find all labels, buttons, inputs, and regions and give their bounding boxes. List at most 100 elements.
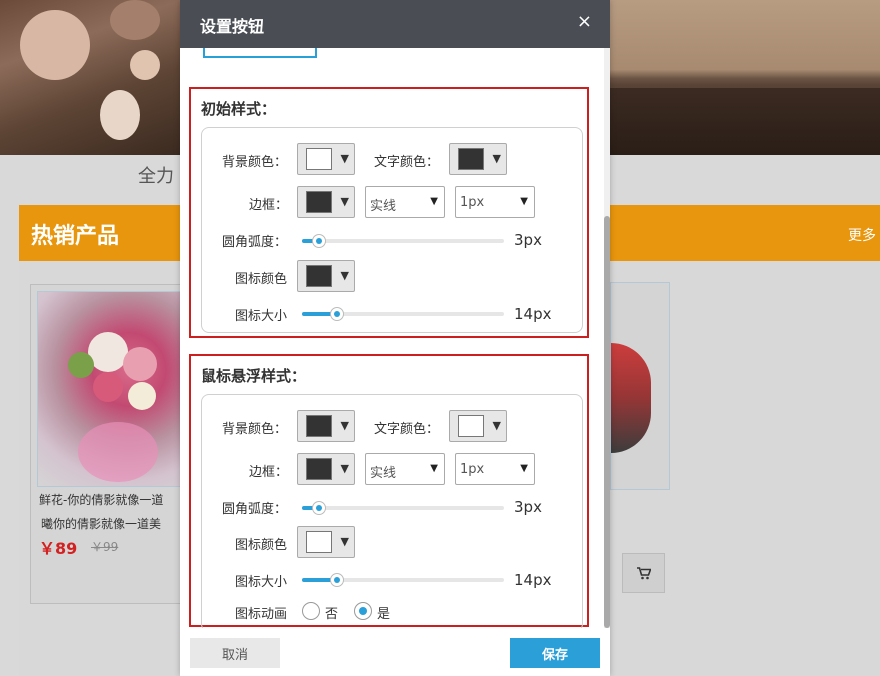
dropdown-arrow-icon: ▼ [340,195,349,208]
row-icon-color: 图标颜色 ▼ [202,526,584,558]
radius-value: 3px [514,498,542,516]
border-style-value: 实线 [370,199,397,214]
border-label: 边框： [249,198,289,213]
border-style-select[interactable]: 实线 ▼ [365,186,445,218]
hover-style-title: 鼠标悬浮样式： [201,367,307,385]
row-radius: 圆角弧度： 3px [202,493,584,525]
radius-slider[interactable] [302,501,504,515]
row-colors: 背景颜色： ▼ 文字颜色： ▼ [202,410,584,442]
initial-style-title: 初始样式： [201,100,277,118]
color-swatch [306,415,332,437]
product-name-line2: 曦你的倩影就像一道美 [41,517,162,531]
row-colors: 背景颜色： ▼ 文字颜色： ▼ [202,143,584,175]
animation-yes-label: 是 [377,607,391,622]
slider-handle[interactable] [312,234,326,248]
bg-color-label: 背景颜色： [222,155,288,170]
radius-label: 圆角弧度： [222,235,288,250]
product-image[interactable] [37,291,191,487]
close-icon[interactable]: × [577,12,592,32]
dropdown-arrow-icon: ▼ [430,463,438,474]
icon-size-value: 14px [514,305,552,323]
product-card[interactable]: 鲜花-你的倩影就像一道 曦你的倩影就像一道美 ￥89 ￥99 [30,284,191,604]
icon-color-picker[interactable]: ▼ [297,526,355,558]
bg-color-picker[interactable]: ▼ [297,143,355,175]
text-color-label: 文字颜色： [374,422,440,437]
icon-size-label: 图标大小 [235,575,288,590]
bg-color-picker[interactable]: ▼ [297,410,355,442]
slider-handle[interactable] [330,573,344,587]
radius-value: 3px [514,231,542,249]
more-link[interactable]: 更多 [848,225,876,245]
cancel-button[interactable]: 取消 [190,638,280,668]
product-image-2[interactable] [610,282,670,490]
icon-size-slider[interactable] [302,307,504,321]
color-swatch [306,148,332,170]
border-color-picker[interactable]: ▼ [297,453,355,485]
icon-animation-label: 图标动画 [235,607,288,622]
row-icon-size: 图标大小 14px [202,300,584,332]
product-name[interactable]: 鲜花-你的倩影就像一道 [39,491,163,508]
icon-size-slider[interactable] [302,573,504,587]
icon-size-value: 14px [514,571,552,589]
dropdown-arrow-icon: ▼ [340,535,349,548]
slider-handle[interactable] [312,501,326,515]
text-color-picker[interactable]: ▼ [449,410,507,442]
icon-color-label: 图标颜色 [235,272,288,287]
color-swatch [458,415,484,437]
dropdown-arrow-icon: ▼ [340,419,349,432]
dropdown-arrow-icon: ▼ [340,462,349,475]
row-border: 边框： ▼ 实线 ▼ 1px ▼ [202,453,584,485]
slider-handle[interactable] [330,307,344,321]
color-swatch [306,191,332,213]
dropdown-arrow-icon: ▼ [340,269,349,282]
radius-label: 圆角弧度： [222,502,288,517]
row-icon-color: 图标颜色 ▼ [202,260,584,292]
border-style-select[interactable]: 实线 ▼ [365,453,445,485]
dialog-body: 初始样式： 背景颜色： ▼ 文字颜色： ▼ 边框： ▼ 实线 ▼ 1px ▼ 圆… [180,48,610,628]
text-color-picker[interactable]: ▼ [449,143,507,175]
hot-products-title: 热销产品 [31,224,120,249]
save-button[interactable]: 保存 [510,638,600,668]
border-color-picker[interactable]: ▼ [297,186,355,218]
color-swatch [458,148,484,170]
border-width-select[interactable]: 1px ▼ [455,186,535,218]
animation-no-label: 否 [325,607,339,622]
border-width-select[interactable]: 1px ▼ [455,453,535,485]
animation-yes-radio[interactable] [354,602,372,620]
icon-size-label: 图标大小 [235,309,288,324]
dialog-footer: 取消 保存 [180,628,610,676]
row-icon-animation: 图标动画 否 是 [202,595,584,627]
hover-style-panel: 背景颜色： ▼ 文字颜色： ▼ 边框： ▼ 实线 ▼ 1px ▼ 圆角弧度： 3… [201,394,583,628]
radius-slider[interactable] [302,234,504,248]
hover-style-section: 鼠标悬浮样式： 背景颜色： ▼ 文字颜色： ▼ 边框： ▼ 实线 ▼ 1px ▼… [189,354,589,628]
banner-image-left [0,0,180,155]
scrollbar-thumb[interactable] [604,216,610,628]
dropdown-arrow-icon: ▼ [492,152,501,165]
dropdown-arrow-icon: ▼ [340,152,349,165]
icon-color-picker[interactable]: ▼ [297,260,355,292]
dialog-header: 设置按钮 × [180,0,610,48]
initial-style-section: 初始样式： 背景颜色： ▼ 文字颜色： ▼ 边框： ▼ 实线 ▼ 1px ▼ 圆… [189,87,589,338]
banner-image-right [610,0,880,155]
dropdown-arrow-icon: ▼ [520,463,528,474]
product-old-price: ￥99 [91,540,119,554]
dropdown-arrow-icon: ▼ [430,196,438,207]
border-width-value: 1px [460,195,485,210]
animation-no-radio[interactable] [302,602,320,620]
dropdown-arrow-icon: ▼ [520,196,528,207]
icon-color-label: 图标颜色 [235,538,288,553]
border-style-value: 实线 [370,466,397,481]
cart-icon [636,566,651,579]
color-swatch [306,458,332,480]
bg-color-label: 背景颜色： [222,422,288,437]
color-swatch [306,265,332,287]
slogan-text: 全力 [138,166,174,187]
text-color-label: 文字颜色： [374,155,440,170]
row-border: 边框： ▼ 实线 ▼ 1px ▼ [202,186,584,218]
add-to-cart-button[interactable] [622,553,665,593]
dialog-title: 设置按钮 [200,17,265,36]
dropdown-arrow-icon: ▼ [492,419,501,432]
border-width-value: 1px [460,462,485,477]
dialog-scrollbar[interactable] [604,48,610,628]
preview-button-box [203,48,317,58]
